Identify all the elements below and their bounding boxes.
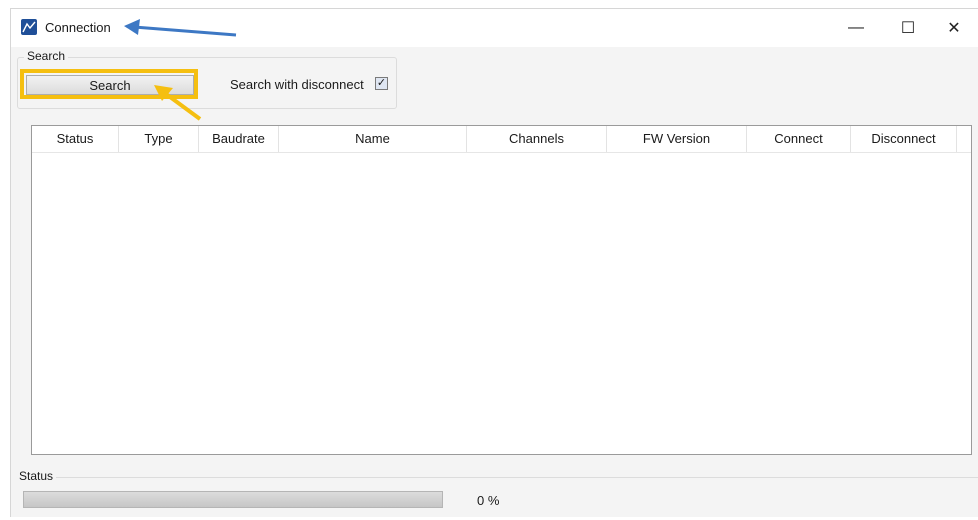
search-group: Search Search Search with disconnect ✓ [17,49,397,109]
close-button[interactable]: ✕ [931,9,977,47]
search-group-legend: Search [24,49,69,63]
window-title: Connection [45,20,111,35]
column-header-type[interactable]: Type [119,126,199,152]
column-header-disconnect[interactable]: Disconnect [851,126,957,152]
connection-window: Connection — ☐ ✕ Search Search Search wi… [10,8,978,517]
column-header-status[interactable]: Status [32,126,119,152]
column-header-baudrate[interactable]: Baudrate [199,126,279,152]
title-bar[interactable]: Connection — ☐ ✕ [11,9,978,47]
checkbox-check-icon: ✓ [376,77,387,89]
column-header-channels[interactable]: Channels [467,126,607,152]
window-body: Search Search Search with disconnect ✓ S… [11,47,978,517]
app-chart-icon [21,19,37,35]
close-icon: ✕ [947,20,961,37]
search-with-disconnect-checkbox[interactable]: ✓ [375,77,388,90]
search-button[interactable]: Search [26,75,194,95]
column-header-connect[interactable]: Connect [747,126,851,152]
maximize-icon: ☐ [900,20,916,37]
progress-percent-text: 0 % [477,493,500,508]
table-header: Status Type Baudrate Name Channels FW Ve… [32,126,971,153]
status-group: Status 0 % [19,469,978,520]
minimize-icon: — [848,19,864,36]
search-with-disconnect-label: Search with disconnect [230,77,364,92]
devices-table[interactable]: Status Type Baudrate Name Channels FW Ve… [31,125,972,455]
column-header-fw-version[interactable]: FW Version [607,126,747,152]
column-header-name[interactable]: Name [279,126,467,152]
maximize-button[interactable]: ☐ [885,9,931,47]
status-group-legend: Status [19,469,57,483]
search-progress-bar [23,491,443,508]
minimize-button[interactable]: — [833,9,879,47]
